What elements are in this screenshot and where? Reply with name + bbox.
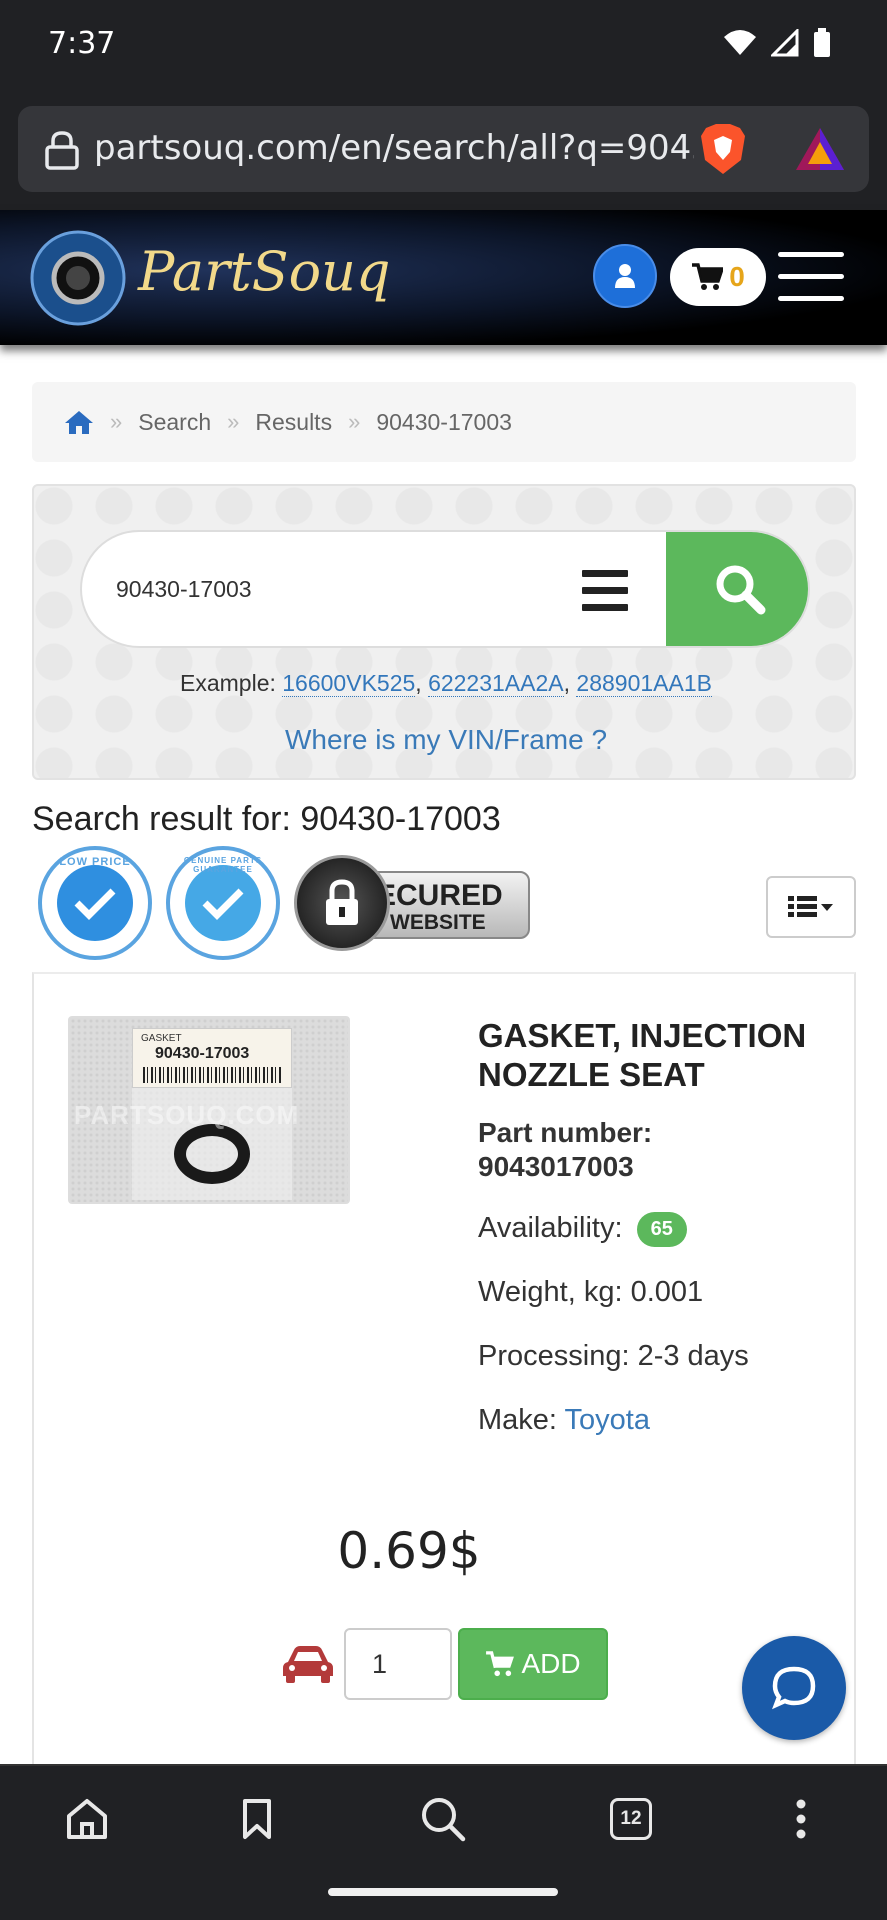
- search-icon: [422, 1798, 466, 1842]
- search-panel: 90430-17003 Example: 16600VK525, 622231A…: [32, 484, 856, 780]
- search-button[interactable]: [666, 532, 808, 646]
- example-link[interactable]: 288901AA1B: [576, 670, 712, 697]
- breadcrumb-separator: »: [348, 409, 361, 434]
- home-gesture-pill[interactable]: [328, 1888, 558, 1896]
- list-view-icon: [788, 896, 833, 917]
- breadcrumb: » Search » Results » 90430-17003: [32, 382, 856, 462]
- availability-badge: 65: [636, 1212, 687, 1247]
- product-card: GASKET 90430-17003 PARTSOUQ.COM GASKET, …: [32, 972, 856, 1792]
- search-options-button[interactable]: [582, 570, 628, 612]
- search-button[interactable]: [416, 1792, 470, 1846]
- genuine-parts-badge: GENUINE PARTS GUARANTEE: [166, 846, 280, 960]
- vin-help-link[interactable]: Where is my VIN/Frame ?: [34, 724, 858, 756]
- check-icon: [74, 888, 116, 920]
- part-number: Part number: 9043017003: [478, 1117, 653, 1182]
- cart-button[interactable]: 0: [670, 248, 766, 306]
- quantity-input[interactable]: 1: [344, 1628, 452, 1700]
- product-image[interactable]: GASKET 90430-17003 PARTSOUQ.COM: [68, 1016, 350, 1204]
- car-compatibility-icon[interactable]: [282, 1644, 334, 1684]
- image-watermark: PARTSOUQ.COM: [74, 1100, 300, 1130]
- account-button[interactable]: [593, 244, 657, 308]
- logo-text[interactable]: PartSouq: [138, 240, 390, 303]
- weight: Weight, kg: 0.001: [478, 1276, 704, 1308]
- more-vertical-icon: [796, 1799, 806, 1839]
- tabs-button[interactable]: 12: [604, 1792, 658, 1846]
- search-input[interactable]: 90430-17003: [116, 576, 252, 603]
- product-price: 0.69$: [337, 1522, 481, 1580]
- brave-rewards-icon[interactable]: [794, 126, 846, 172]
- cart-icon: [486, 1651, 515, 1677]
- browser-toolbar: partsouq.com/en/search/all?q=90430: [0, 90, 887, 210]
- example-label: Example:: [180, 670, 276, 696]
- logo-wheel-icon[interactable]: [30, 224, 126, 330]
- status-icons: [723, 28, 831, 58]
- home-icon: [67, 1799, 107, 1839]
- wifi-icon: [724, 30, 756, 55]
- more-menu-button[interactable]: [774, 1792, 828, 1846]
- home-button[interactable]: [60, 1792, 114, 1846]
- add-to-cart-button[interactable]: ADD: [458, 1628, 608, 1700]
- view-toggle-button[interactable]: [766, 876, 856, 938]
- url-text[interactable]: partsouq.com/en/search/all?q=90430: [94, 128, 694, 168]
- processing-time: Processing: 2-3 days: [478, 1340, 749, 1372]
- system-nav-bar: [0, 1868, 887, 1920]
- breadcrumb-search[interactable]: Search: [138, 409, 211, 436]
- make: Make: Toyota: [478, 1404, 650, 1436]
- breadcrumb-separator: »: [227, 409, 240, 434]
- trust-badges: LOW PRICE GENUINE PARTS GUARANTEE SECURE…: [38, 846, 532, 960]
- status-time: 7:37: [48, 26, 116, 61]
- low-price-badge: LOW PRICE: [38, 846, 152, 960]
- make-link[interactable]: Toyota: [565, 1404, 650, 1436]
- chat-button[interactable]: [742, 1636, 846, 1740]
- site-header: PartSouq 0: [0, 210, 887, 345]
- breadcrumb-separator: »: [110, 409, 123, 434]
- availability: Availability: 65: [478, 1212, 687, 1247]
- bookmark-icon: [243, 1799, 271, 1839]
- example-link[interactable]: 622231AA2A: [428, 670, 564, 697]
- results-title: Search result for: 90430-17003: [32, 800, 501, 838]
- gasket-ring: [174, 1124, 250, 1184]
- cart-icon: [692, 263, 724, 290]
- search-icon: [716, 565, 766, 615]
- chat-bubble-icon: [772, 1666, 816, 1710]
- product-name[interactable]: GASKET, INJECTION NOZZLE SEAT: [478, 1016, 838, 1094]
- padlock-icon: [294, 855, 390, 951]
- lock-icon: [45, 131, 79, 170]
- tab-count: 12: [610, 1798, 652, 1840]
- breadcrumb-current: 90430-17003: [376, 408, 512, 435]
- cart-count: 0: [729, 261, 745, 292]
- brave-shield-icon[interactable]: [698, 122, 748, 176]
- check-icon: [202, 888, 244, 920]
- bookmark-button[interactable]: [230, 1792, 284, 1846]
- breadcrumb-results[interactable]: Results: [255, 409, 332, 436]
- user-icon: [615, 264, 635, 288]
- search-box: 90430-17003: [80, 530, 810, 648]
- home-icon[interactable]: [64, 409, 94, 435]
- hamburger-menu-button[interactable]: [778, 252, 844, 302]
- example-link[interactable]: 16600VK525: [282, 670, 416, 697]
- battery-icon: [814, 28, 830, 57]
- signal-icon: [771, 29, 799, 57]
- status-bar: 7:37: [0, 0, 887, 90]
- browser-bottom-bar: 12: [0, 1764, 887, 1868]
- search-examples: Example: 16600VK525, 622231AA2A, 288901A…: [180, 670, 712, 697]
- address-bar[interactable]: partsouq.com/en/search/all?q=90430: [18, 106, 869, 192]
- secured-website-badge: SECURED WEBSITE: [294, 855, 532, 951]
